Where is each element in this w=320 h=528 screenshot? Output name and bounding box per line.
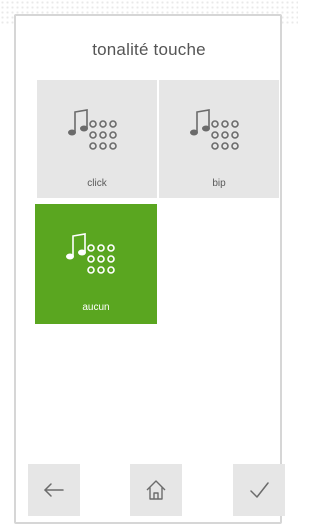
option-label: bip	[212, 178, 226, 189]
checkmark-icon	[250, 482, 269, 498]
home-button[interactable]	[130, 464, 182, 516]
page-title: tonalité touche	[92, 40, 206, 59]
music-keypad-icon	[68, 109, 117, 150]
option-label: aucun	[82, 302, 110, 313]
music-keypad-icon	[190, 109, 239, 150]
arrow-left-icon	[44, 483, 64, 497]
option-label: click	[87, 178, 107, 189]
music-keypad-icon	[66, 233, 115, 274]
option-click-tile[interactable]: click	[37, 80, 157, 198]
option-bip-tile[interactable]: bip	[159, 80, 279, 198]
option-aucun-tile[interactable]: aucun	[35, 204, 157, 324]
home-icon	[146, 480, 166, 500]
confirm-button[interactable]	[233, 464, 285, 516]
back-button[interactable]	[28, 464, 80, 516]
